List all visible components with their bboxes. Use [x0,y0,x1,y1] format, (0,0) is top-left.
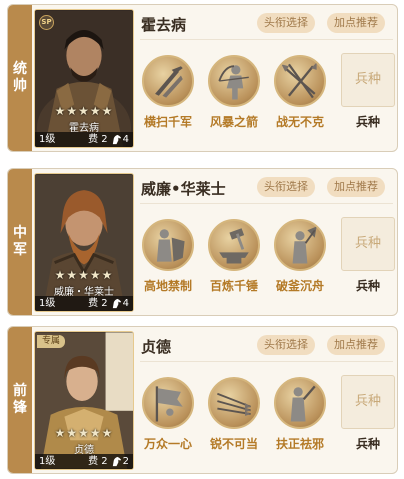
troop-slot[interactable]: 兵种 [341,53,395,107]
general-name: 威廉•华莱士 [141,180,226,198]
level-text: 1级 [39,134,56,145]
divider [140,39,393,40]
level-text: 1级 [39,298,56,309]
cost-text: 费 2 [88,456,108,467]
skill-name: 风暴之箭 [209,115,258,129]
skill-name: 万众一心 [143,437,192,451]
troop-label: 兵种 [355,115,380,129]
role-label: 统帅 [13,61,27,94]
shield-warrior-icon [142,219,194,271]
portrait-info-bar: 1级 费 2 2 [35,454,133,469]
skill-slot[interactable]: 扶正祛邪 [272,377,328,452]
hammer-anvil-icon [208,219,260,271]
skill-name: 锐不可当 [209,437,258,451]
cost-text: 费 2 [88,134,108,145]
title-select-button[interactable]: 头衔选择 [257,177,315,197]
point-recommend-button[interactable]: 加点推荐 [327,13,385,33]
troop-slot[interactable]: 兵种 [341,217,395,271]
arrows-icon [208,377,260,429]
skill-name: 战无不克 [275,115,324,129]
skill-slot[interactable]: 锐不可当 [206,377,262,452]
skill-slot[interactable]: 风暴之箭 [206,55,262,130]
general-name: 贞德 [141,338,172,356]
skill-slot[interactable]: 战无不克 [272,55,328,130]
portrait-info-bar: 1级 费 2 4 [35,132,133,147]
general-card: 统帅 SP ★★★★★ 霍去病 1级 费 2 4 霍去病 头衔选择 加点推荐 横… [7,4,398,152]
level-text: 1级 [39,456,56,467]
title-select-button[interactable]: 头衔选择 [257,13,315,33]
spears-icon [274,55,326,107]
role-label: 中军 [13,225,27,258]
role-strip: 中军 [8,169,32,315]
skill-slot[interactable]: 高地禁制 [140,219,196,294]
troop-slot[interactable]: 兵种 [341,375,395,429]
troop-label: 兵种 [355,437,380,451]
cost-text: 费 2 [88,298,108,309]
exclusive-badge: 专属 [37,335,66,348]
count-text: 2 [122,456,129,467]
archer-icon [208,55,260,107]
skill-name: 横扫千军 [143,115,192,129]
skill-name: 破釜沉舟 [275,279,324,293]
sp-badge: SP [39,15,54,30]
general-portrait[interactable]: 专属 ★★★★★ 贞德 1级 费 2 2 [34,331,134,470]
point-recommend-button[interactable]: 加点推荐 [327,177,385,197]
axe-warrior-icon [274,219,326,271]
blades-icon [142,55,194,107]
skill-slot[interactable]: 破釜沉舟 [272,219,328,294]
horse-icon [112,298,121,309]
general-card: 中军 ★★★★★ 威廉・华莱士 1级 费 2 4 威廉•华莱士 头衔选择 加点推… [7,168,398,316]
role-strip: 统帅 [8,5,32,151]
star-rating: ★★★★★ [54,426,114,440]
star-rating: ★★★★★ [54,104,114,118]
portrait-info-bar: 1级 费 2 4 [35,296,133,311]
count-text: 4 [122,134,129,145]
count-text: 4 [122,298,129,309]
role-strip: 前锋 [8,327,32,473]
skill-slot[interactable]: 万众一心 [140,377,196,452]
horse-icon [112,456,121,467]
skill-slot[interactable]: 百炼千锤 [206,219,262,294]
skill-name: 百炼千锤 [209,279,258,293]
skill-name: 高地禁制 [143,279,192,293]
divider [140,361,393,362]
banner-icon [142,377,194,429]
title-select-button[interactable]: 头衔选择 [257,335,315,355]
role-label: 前锋 [13,383,27,416]
skill-name: 扶正祛邪 [275,437,324,451]
divider [140,203,393,204]
star-rating: ★★★★★ [54,268,114,282]
general-portrait[interactable]: SP ★★★★★ 霍去病 1级 费 2 4 [34,9,134,148]
general-portrait[interactable]: ★★★★★ 威廉・华莱士 1级 费 2 4 [34,173,134,312]
general-name: 霍去病 [141,16,187,34]
general-card: 前锋 专属 ★★★★★ 贞德 1级 费 2 2 贞德 头衔选择 加点推荐 万众一… [7,326,398,474]
knight-icon [274,377,326,429]
skill-slot[interactable]: 横扫千军 [140,55,196,130]
horse-icon [112,134,121,145]
point-recommend-button[interactable]: 加点推荐 [327,335,385,355]
troop-label: 兵种 [355,279,380,293]
